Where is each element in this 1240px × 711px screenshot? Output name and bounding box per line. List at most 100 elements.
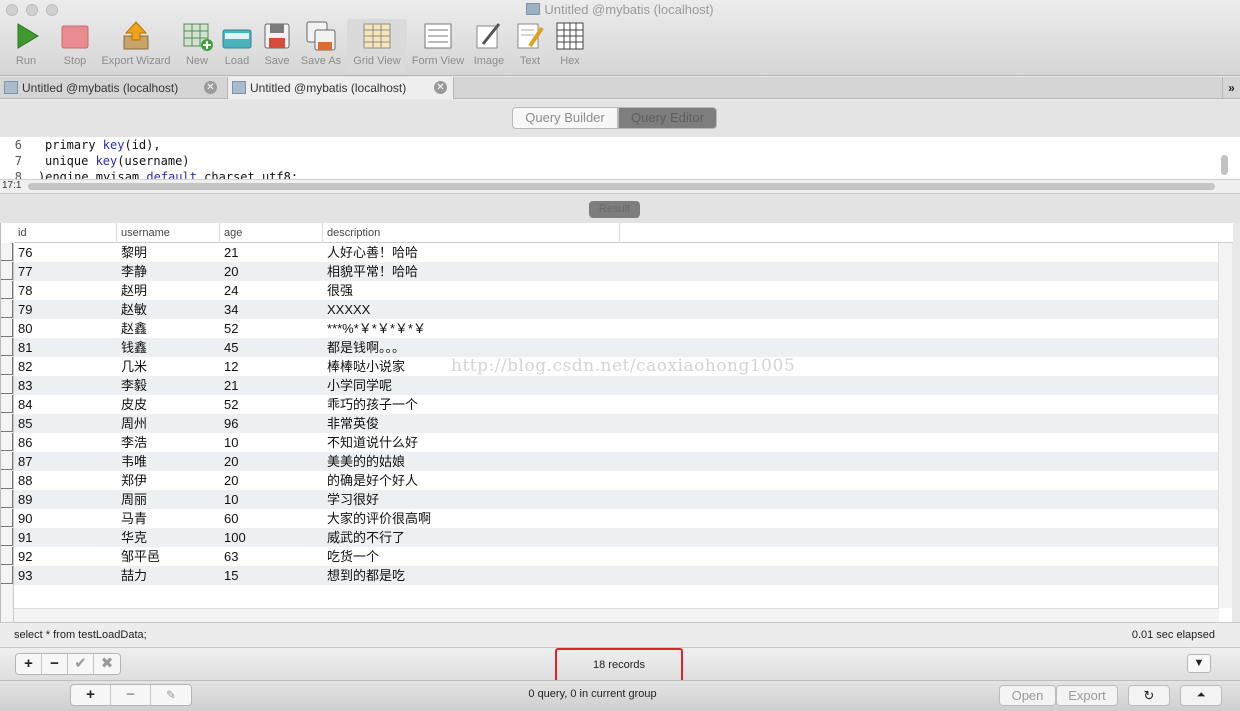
cell-id[interactable]: 78 xyxy=(18,281,32,300)
cell-age[interactable]: 24 xyxy=(224,281,238,300)
cell-username[interactable]: 皮皮 xyxy=(121,395,147,414)
cell-username[interactable]: 李静 xyxy=(121,262,147,281)
cell-description[interactable]: ***%*￥*￥*￥*￥ xyxy=(327,319,426,338)
panel-toggle-button[interactable]: ▼ xyxy=(1187,654,1211,673)
cell-age[interactable]: 10 xyxy=(224,490,238,509)
cell-id[interactable]: 76 xyxy=(18,243,32,262)
grid-vertical-scrollbar[interactable] xyxy=(1218,243,1232,608)
cell-id[interactable]: 88 xyxy=(18,471,32,490)
row-selector[interactable] xyxy=(1,357,13,375)
editor-vertical-scrollbar[interactable] xyxy=(1221,155,1228,175)
cell-id[interactable]: 91 xyxy=(18,528,32,547)
cell-age[interactable]: 52 xyxy=(224,395,238,414)
cell-id[interactable]: 87 xyxy=(18,452,32,471)
cell-username[interactable]: 马青 xyxy=(121,509,147,528)
cell-age[interactable]: 21 xyxy=(224,376,238,395)
cell-id[interactable]: 86 xyxy=(18,433,32,452)
row-selector[interactable] xyxy=(1,566,13,584)
cell-id[interactable]: 79 xyxy=(18,300,32,319)
refresh-button[interactable]: ↻ xyxy=(1128,685,1170,706)
row-selector[interactable] xyxy=(1,281,13,299)
close-tab-icon[interactable]: ✕ xyxy=(434,81,447,94)
row-selector[interactable] xyxy=(1,338,13,356)
discard-changes-button[interactable]: ✖ xyxy=(94,654,120,674)
column-header-age[interactable]: age xyxy=(220,223,323,243)
table-row[interactable]: 80 赵鑫 52 ***%*￥*￥*￥*￥ xyxy=(14,319,1219,338)
cell-description[interactable]: 吃货一个 xyxy=(327,547,379,566)
table-row[interactable]: 78 赵明 24 很强 xyxy=(14,281,1219,300)
collapse-panel-button[interactable]: ⏶ xyxy=(1180,685,1222,706)
row-selector[interactable] xyxy=(1,433,13,451)
cell-description[interactable]: 小学同学呢 xyxy=(327,376,392,395)
cell-username[interactable]: 邹平邑 xyxy=(121,547,160,566)
row-selector[interactable] xyxy=(1,243,13,261)
table-row[interactable]: 85 周州 96 非常英俊 xyxy=(14,414,1219,433)
export-button[interactable]: Export xyxy=(1056,685,1118,706)
cell-username[interactable]: 李浩 xyxy=(121,433,147,452)
open-button[interactable]: Open xyxy=(999,685,1056,706)
apply-changes-button[interactable]: ✔ xyxy=(68,654,94,674)
cell-age[interactable]: 21 xyxy=(224,243,238,262)
row-selector[interactable] xyxy=(1,300,13,318)
row-selector[interactable] xyxy=(1,319,13,337)
cell-id[interactable]: 93 xyxy=(18,566,32,585)
cell-description[interactable]: 棒棒哒小说家 xyxy=(327,357,405,376)
table-row[interactable]: 88 郑伊 20 的确是好个好人 xyxy=(14,471,1219,490)
cell-id[interactable]: 90 xyxy=(18,509,32,528)
cell-username[interactable]: 华克 xyxy=(121,528,147,547)
cell-description[interactable]: 相貌平常！哈哈 xyxy=(327,262,418,281)
cell-id[interactable]: 84 xyxy=(18,395,32,414)
cell-username[interactable]: 赵鑫 xyxy=(121,319,147,338)
cell-username[interactable]: 郑伊 xyxy=(121,471,147,490)
row-selector[interactable] xyxy=(1,414,13,432)
table-row[interactable]: 87 韦唯 20 美美的的姑娘 xyxy=(14,452,1219,471)
run-button[interactable]: Run xyxy=(4,20,50,67)
cell-description[interactable]: 都是钱啊。。。 xyxy=(327,338,405,357)
cell-age[interactable]: 15 xyxy=(224,566,238,585)
cell-username[interactable]: 喆力 xyxy=(121,566,147,585)
table-row[interactable]: 83 李毅 21 小学同学呢 xyxy=(14,376,1219,395)
row-selector[interactable] xyxy=(1,395,13,413)
cell-age[interactable]: 52 xyxy=(224,319,238,338)
hex-button[interactable]: Hex xyxy=(551,20,589,67)
cell-description[interactable]: 学习很好 xyxy=(327,490,379,509)
cell-username[interactable]: 周丽 xyxy=(121,490,147,509)
cell-id[interactable]: 77 xyxy=(18,262,32,281)
new-button[interactable]: New xyxy=(178,20,216,67)
table-row[interactable]: 79 赵敏 34 XXXXX xyxy=(14,300,1219,319)
cell-age[interactable]: 63 xyxy=(224,547,238,566)
cell-username[interactable]: 韦唯 xyxy=(121,452,147,471)
save-as-button[interactable]: Save As xyxy=(298,20,344,67)
cell-description[interactable]: 很强 xyxy=(327,281,353,300)
close-tab-icon[interactable]: ✕ xyxy=(204,81,217,94)
cell-id[interactable]: 85 xyxy=(18,414,32,433)
sql-editor[interactable]: 6 primary key(id), 7 unique key(username… xyxy=(0,137,1240,179)
cell-username[interactable]: 李毅 xyxy=(121,376,147,395)
column-header-id[interactable]: id xyxy=(14,223,117,243)
row-selector[interactable] xyxy=(1,490,13,508)
cell-id[interactable]: 81 xyxy=(18,338,32,357)
grid-view-button[interactable]: Grid View xyxy=(347,19,407,73)
cell-description[interactable]: 大家的评价很高啊 xyxy=(327,509,431,528)
cell-description[interactable]: 的确是好个好人 xyxy=(327,471,418,490)
cell-description[interactable]: 乖巧的孩子一个 xyxy=(327,395,418,414)
table-row[interactable]: 93 喆力 15 想到的都是吃 xyxy=(14,566,1219,585)
cell-description[interactable]: 非常英俊 xyxy=(327,414,379,433)
cell-description[interactable]: 想到的都是吃 xyxy=(327,566,405,585)
add-record-button[interactable]: + xyxy=(16,654,42,674)
cell-age[interactable]: 45 xyxy=(224,338,238,357)
query-builder-tab[interactable]: Query Builder xyxy=(512,107,618,129)
table-row[interactable]: 86 李浩 10 不知道说什么好 xyxy=(14,433,1219,452)
cell-id[interactable]: 80 xyxy=(18,319,32,338)
column-header-description[interactable]: description xyxy=(323,223,620,243)
load-button[interactable]: Load xyxy=(219,20,255,67)
form-view-button[interactable]: Form View xyxy=(409,20,467,67)
cell-age[interactable]: 34 xyxy=(224,300,238,319)
tab-query-2[interactable]: Untitled @mybatis (localhost) ✕ xyxy=(228,77,454,99)
result-grid[interactable]: id username age description 76 黎明 21 人好心善！哈… xyxy=(0,223,1233,622)
editor-horizontal-scrollbar[interactable] xyxy=(28,183,1215,190)
cell-description[interactable]: 不知道说什么好 xyxy=(327,433,418,452)
row-selector[interactable] xyxy=(1,376,13,394)
tab-overflow-button[interactable]: » xyxy=(1222,77,1240,99)
result-tab[interactable]: Result xyxy=(589,201,640,218)
